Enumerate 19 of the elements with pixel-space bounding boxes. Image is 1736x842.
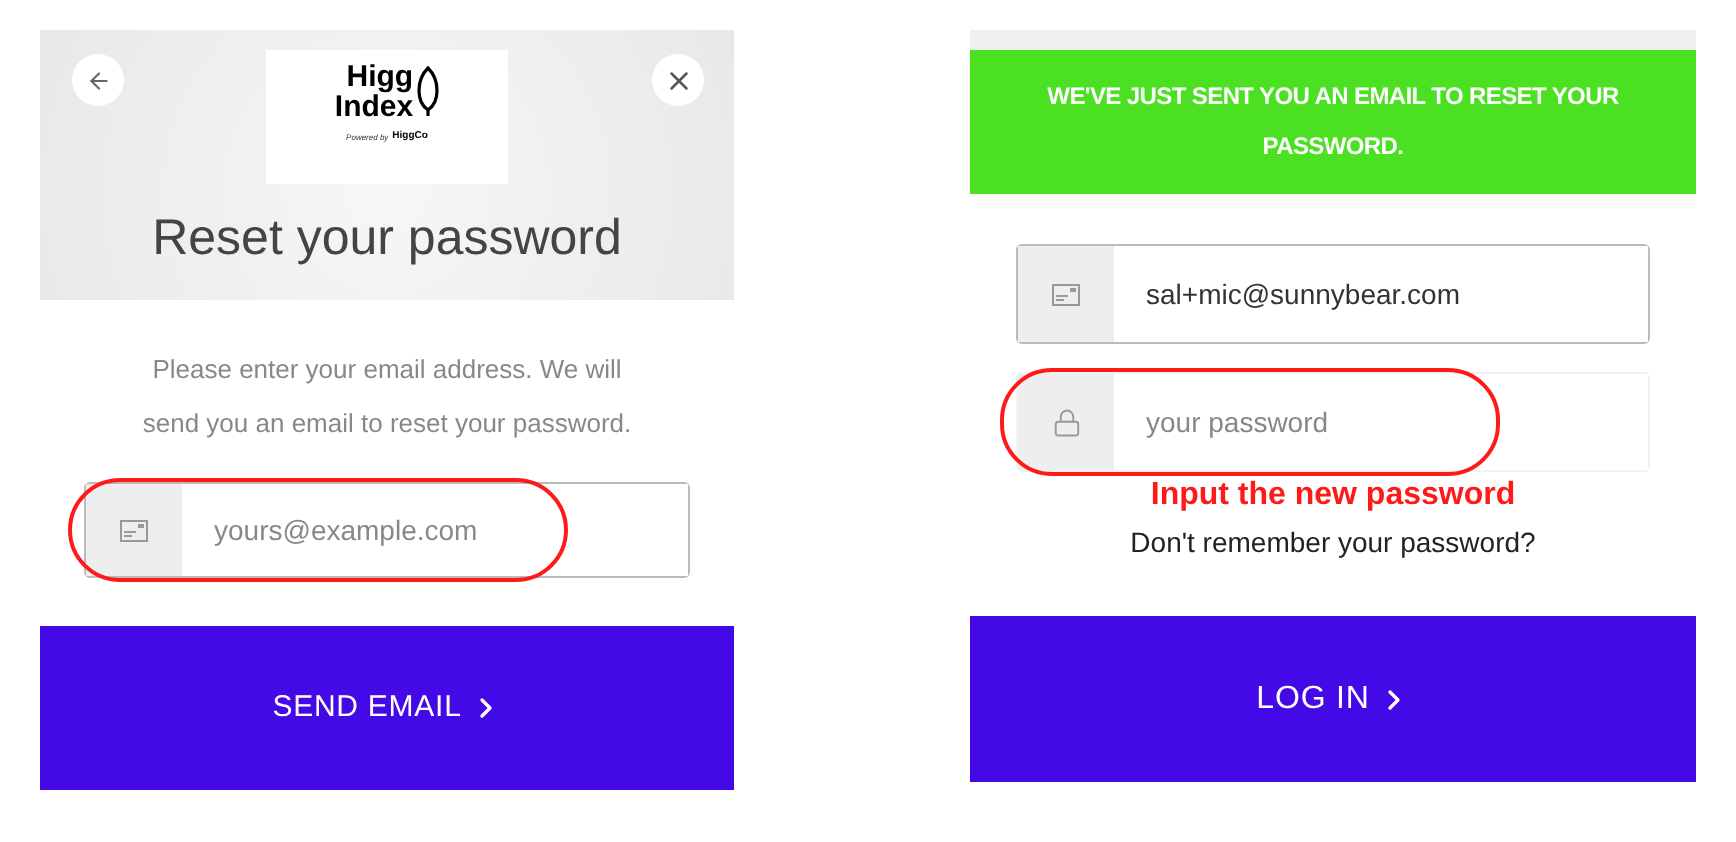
- log-in-button[interactable]: LOG IN: [970, 616, 1696, 782]
- envelope-icon: [1052, 283, 1080, 305]
- email-field[interactable]: sal+mic@sunnybear.com: [1016, 244, 1650, 344]
- leaf-icon: [415, 66, 440, 118]
- forgot-password-link[interactable]: Don't remember your password?: [1130, 522, 1536, 564]
- send-email-button[interactable]: SEND EMAIL: [40, 626, 734, 790]
- password-field[interactable]: your password: [1016, 372, 1650, 472]
- envelope-icon: [120, 519, 148, 541]
- logo-text: Higg: [344, 62, 414, 92]
- logo-text: Index: [334, 92, 414, 122]
- email-field[interactable]: yours@example.com: [84, 482, 690, 578]
- annotation-text: Input the new password: [1150, 476, 1516, 516]
- page-title: Reset your password: [152, 208, 622, 268]
- back-button[interactable]: [72, 54, 124, 106]
- lock-icon: [1051, 407, 1081, 437]
- description-text: Please enter your email address. We will send you an email to reset your password.: [140, 352, 634, 442]
- back-arrow-icon: [85, 67, 111, 93]
- banner-text: WE'VE JUST SENT YOU AN EMAIL TO RESET YOUR PASSWORD.: [1045, 80, 1621, 164]
- close-button[interactable]: [652, 54, 704, 106]
